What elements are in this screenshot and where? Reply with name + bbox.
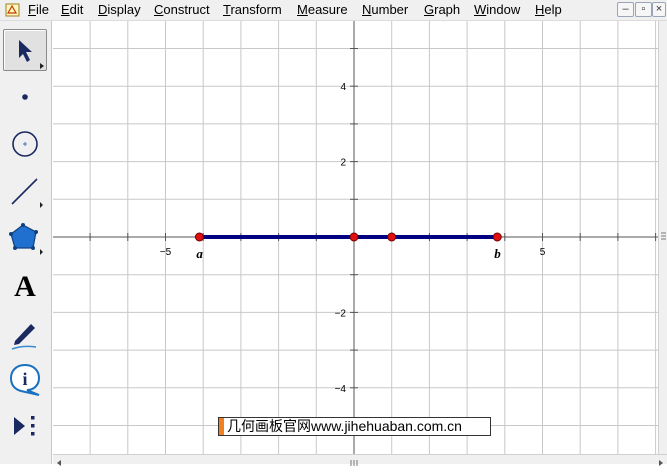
selection-arrow-tool[interactable]	[3, 29, 47, 71]
information-tool[interactable]: i	[3, 358, 47, 400]
sketch-canvas[interactable]: −5 5 4 2 −2 −4 a b	[53, 21, 658, 454]
horizontal-scrollbar[interactable]	[53, 454, 667, 466]
pen-icon	[11, 324, 37, 350]
menu-transform[interactable]: Transform	[223, 2, 282, 17]
menu-help[interactable]: Help	[535, 2, 562, 17]
scrollbar-grip-icon	[661, 232, 666, 240]
scrollbar-arrows-icon	[57, 460, 663, 466]
point-tool[interactable]	[3, 76, 47, 118]
circle-icon	[12, 131, 38, 157]
menu-number[interactable]: Number	[362, 2, 408, 17]
marker-tool[interactable]	[3, 311, 47, 353]
point-icon	[22, 94, 28, 100]
menu-measure[interactable]: Measure	[297, 2, 348, 17]
y-tick-label: −4	[335, 384, 347, 395]
y-tick-label: 2	[340, 158, 346, 169]
point-label-b: b	[494, 246, 501, 261]
y-tick-label: 4	[340, 82, 346, 93]
pentagon-icon	[9, 223, 43, 255]
graph-point[interactable]	[349, 232, 359, 242]
watermark-accent	[219, 418, 224, 435]
straightedge-tool[interactable]	[3, 170, 47, 212]
custom-tool-icon	[14, 416, 35, 436]
menu-edit[interactable]: Edit	[61, 2, 83, 17]
x-tick-label: −5	[160, 247, 172, 258]
custom-tool[interactable]	[3, 405, 47, 447]
graph-point[interactable]	[387, 232, 397, 242]
text-tool-glyph: A	[14, 270, 36, 303]
sketchpad-app-icon[interactable]	[5, 3, 20, 17]
menu-window[interactable]: Window	[474, 2, 520, 17]
segment-icon	[11, 178, 43, 208]
polygon-tool[interactable]	[3, 217, 47, 259]
info-tool-glyph: i	[22, 369, 27, 389]
menu-bar: File Edit Display Construct Transform Me…	[0, 0, 667, 21]
y-tick-label: −2	[335, 308, 347, 319]
coordinate-graph[interactable]: −5 5 4 2 −2 −4 a b	[53, 21, 658, 454]
point-label-a: a	[196, 246, 203, 261]
arrow-icon	[19, 40, 44, 69]
info-icon: i	[9, 363, 41, 396]
menu-construct[interactable]: Construct	[154, 2, 210, 17]
menu-graph[interactable]: Graph	[424, 2, 460, 17]
x-tick-label: 5	[540, 247, 546, 258]
text-a-icon: A	[14, 270, 36, 303]
menu-file[interactable]: File	[28, 2, 49, 17]
toolbox: A i	[0, 21, 52, 464]
compass-tool[interactable]	[3, 123, 47, 165]
close-button[interactable]: ×	[652, 2, 666, 17]
restore-button[interactable]: ▫	[635, 2, 652, 17]
watermark-banner: 几何画板官网www.jihehuaban.com.cn	[218, 417, 491, 436]
vertical-scrollbar[interactable]	[658, 21, 667, 454]
graph-point[interactable]	[194, 232, 204, 242]
text-tool[interactable]: A	[3, 264, 47, 306]
minimize-button[interactable]: –	[617, 2, 634, 17]
menu-display[interactable]: Display	[98, 2, 141, 17]
watermark-text: 几何画板官网www.jihehuaban.com.cn	[227, 418, 462, 434]
graph-point[interactable]	[492, 232, 502, 242]
